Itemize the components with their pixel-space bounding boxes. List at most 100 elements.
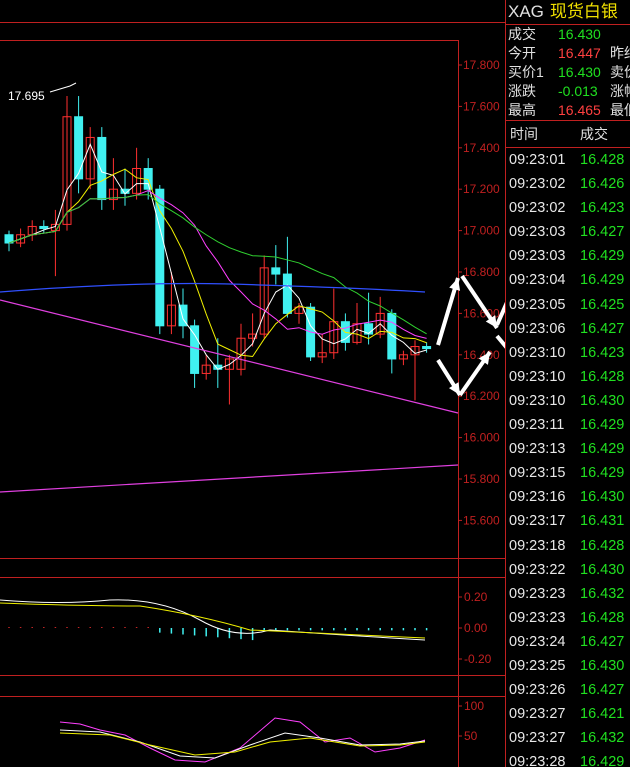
macd-tick-label: 0.20 bbox=[464, 590, 488, 604]
ma-line-blue bbox=[0, 282, 426, 293]
tick-time: 09:23:17 bbox=[509, 513, 566, 530]
quote-row: 成交 16.430 bbox=[506, 25, 630, 44]
tick-price: 16.423 bbox=[580, 344, 625, 361]
price-tick-label: 15.800 bbox=[463, 472, 500, 486]
tick-time: 09:23:24 bbox=[509, 633, 566, 650]
ticks-price-header: 成交 bbox=[580, 126, 608, 142]
tick-row[interactable]: 09:23:02 16.426 bbox=[506, 172, 630, 196]
tick-time: 09:23:03 bbox=[509, 248, 566, 265]
quote-label: 买价1 bbox=[508, 64, 544, 80]
quote-row: 今开 16.447 昨结 bbox=[506, 44, 630, 63]
tick-time: 09:23:28 bbox=[509, 754, 566, 767]
quote-row: 买价1 16.430 卖价 bbox=[506, 63, 630, 82]
candle-body bbox=[190, 325, 200, 374]
candle-body bbox=[422, 346, 432, 350]
price-tick-label: 16.200 bbox=[463, 389, 500, 403]
tick-price: 16.430 bbox=[580, 561, 625, 578]
tick-time: 09:23:05 bbox=[509, 296, 566, 313]
tick-row[interactable]: 09:23:27 16.421 bbox=[506, 702, 630, 726]
tick-row[interactable]: 09:23:26 16.427 bbox=[506, 678, 630, 702]
tick-row[interactable]: 09:23:06 16.427 bbox=[506, 317, 630, 341]
tick-time: 09:23:23 bbox=[509, 609, 566, 626]
tick-row[interactable]: 09:23:10 16.423 bbox=[506, 341, 630, 365]
tick-time: 09:23:25 bbox=[509, 657, 566, 674]
tick-price: 16.427 bbox=[580, 633, 625, 650]
quote-value: 16.430 bbox=[558, 64, 601, 80]
tick-row[interactable]: 09:23:24 16.427 bbox=[506, 630, 630, 654]
candle-body bbox=[282, 273, 292, 314]
tick-row[interactable]: 09:23:18 16.428 bbox=[506, 534, 630, 558]
tick-price: 16.428 bbox=[580, 537, 625, 554]
tick-row[interactable]: 09:23:04 16.429 bbox=[506, 268, 630, 292]
kline-chart[interactable]: 17.800 17.600 17.400 17.200 17.000 16.800 16.6… bbox=[0, 0, 505, 767]
ma-line-long bbox=[8, 190, 427, 339]
tick-time: 09:23:06 bbox=[509, 320, 566, 337]
tick-row[interactable]: 09:23:17 16.431 bbox=[506, 509, 630, 533]
price-tick-label: 17.000 bbox=[463, 224, 500, 238]
kdj-k-line bbox=[59, 729, 426, 759]
tick-price: 16.430 bbox=[580, 392, 625, 409]
tick-row[interactable]: 09:23:05 16.425 bbox=[506, 293, 630, 317]
tick-row[interactable]: 09:23:23 16.432 bbox=[506, 582, 630, 606]
quote-value: -0.013 bbox=[558, 83, 598, 99]
ticks-time-header: 时间 bbox=[510, 126, 538, 142]
tick-price: 16.429 bbox=[580, 441, 625, 458]
tick-row[interactable]: 09:23:13 16.429 bbox=[506, 437, 630, 461]
tick-row[interactable]: 09:23:25 16.430 bbox=[506, 654, 630, 678]
symbol-code: XAG bbox=[508, 2, 544, 21]
tick-time: 09:23:10 bbox=[509, 392, 566, 409]
tick-price: 16.429 bbox=[580, 272, 625, 289]
ma-line-short bbox=[8, 143, 427, 370]
tick-time: 09:23:15 bbox=[509, 465, 566, 482]
tick-row[interactable]: 09:23:15 16.429 bbox=[506, 461, 630, 485]
tick-price: 16.431 bbox=[580, 513, 625, 530]
kdj-j-line bbox=[59, 717, 426, 763]
tick-row[interactable]: 09:23:27 16.432 bbox=[506, 726, 630, 750]
price-tick-label: 17.400 bbox=[463, 141, 500, 155]
tick-time: 09:23:04 bbox=[509, 272, 566, 289]
tick-price: 16.423 bbox=[580, 200, 625, 217]
quote-panel: XAG 现货白银 成交 16.430 今开 16.447 昨结买价1 16.430 卖价涨跌 -… bbox=[505, 0, 630, 767]
price-tick-label: 16.000 bbox=[463, 431, 500, 445]
tick-price: 16.429 bbox=[580, 465, 625, 482]
price-tick-label: 15.600 bbox=[463, 513, 500, 527]
macd-tick-label: -0.20 bbox=[464, 652, 492, 666]
max-leader-line bbox=[49, 82, 77, 93]
symbol-title: XAG 现货白银 bbox=[506, 0, 630, 25]
quote-label: 最高 bbox=[508, 102, 536, 118]
tick-price: 16.428 bbox=[580, 368, 625, 385]
quote-label-secondary: 最低 bbox=[610, 102, 630, 118]
chart-canvas[interactable]: 17.80017.60017.40017.20017.00016.80016.6… bbox=[0, 0, 505, 767]
tick-row[interactable]: 09:23:03 16.427 bbox=[506, 220, 630, 244]
quote-label: 成交 bbox=[508, 26, 536, 42]
tick-price: 16.425 bbox=[580, 296, 625, 313]
quote-row: 最高 16.465 最低 bbox=[506, 101, 630, 120]
ticks-list[interactable]: 09:23:01 16.428 09:23:02 16.426 09:23:02 16.4… bbox=[506, 148, 630, 767]
macd-tick-label: 0.00 bbox=[464, 621, 488, 635]
tick-row[interactable]: 09:23:11 16.429 bbox=[506, 413, 630, 437]
tick-row[interactable]: 09:23:02 16.423 bbox=[506, 196, 630, 220]
tick-row[interactable]: 09:23:01 16.428 bbox=[506, 148, 630, 172]
tick-time: 09:23:01 bbox=[509, 152, 566, 168]
tick-time: 09:23:02 bbox=[509, 176, 566, 193]
tick-row[interactable]: 09:23:16 16.430 bbox=[506, 485, 630, 509]
tick-price: 16.430 bbox=[580, 489, 625, 506]
tick-row[interactable]: 09:23:23 16.428 bbox=[506, 606, 630, 630]
quote-summary: 成交 16.430 今开 16.447 昨结买价1 16.430 卖价涨跌 -0.013 涨幅最… bbox=[506, 25, 630, 120]
tick-row[interactable]: 09:23:28 16.429 bbox=[506, 750, 630, 767]
quote-label: 涨跌 bbox=[508, 83, 536, 99]
quote-value: 16.430 bbox=[558, 26, 601, 42]
tick-time: 09:23:27 bbox=[509, 730, 566, 747]
tick-row[interactable]: 09:23:10 16.428 bbox=[506, 365, 630, 389]
candle-body bbox=[39, 225, 49, 230]
tick-time: 09:23:23 bbox=[509, 585, 566, 602]
tick-row[interactable]: 09:23:10 16.430 bbox=[506, 389, 630, 413]
tick-time: 09:23:10 bbox=[509, 368, 566, 385]
tick-row[interactable]: 09:23:22 16.430 bbox=[506, 558, 630, 582]
tick-row[interactable]: 09:23:03 16.429 bbox=[506, 244, 630, 268]
tick-price: 16.427 bbox=[580, 320, 625, 337]
quote-label: 今开 bbox=[508, 45, 536, 61]
tick-time: 09:23:16 bbox=[509, 489, 566, 506]
ma-line-mid bbox=[8, 168, 427, 358]
quote-value: 16.447 bbox=[558, 45, 601, 61]
